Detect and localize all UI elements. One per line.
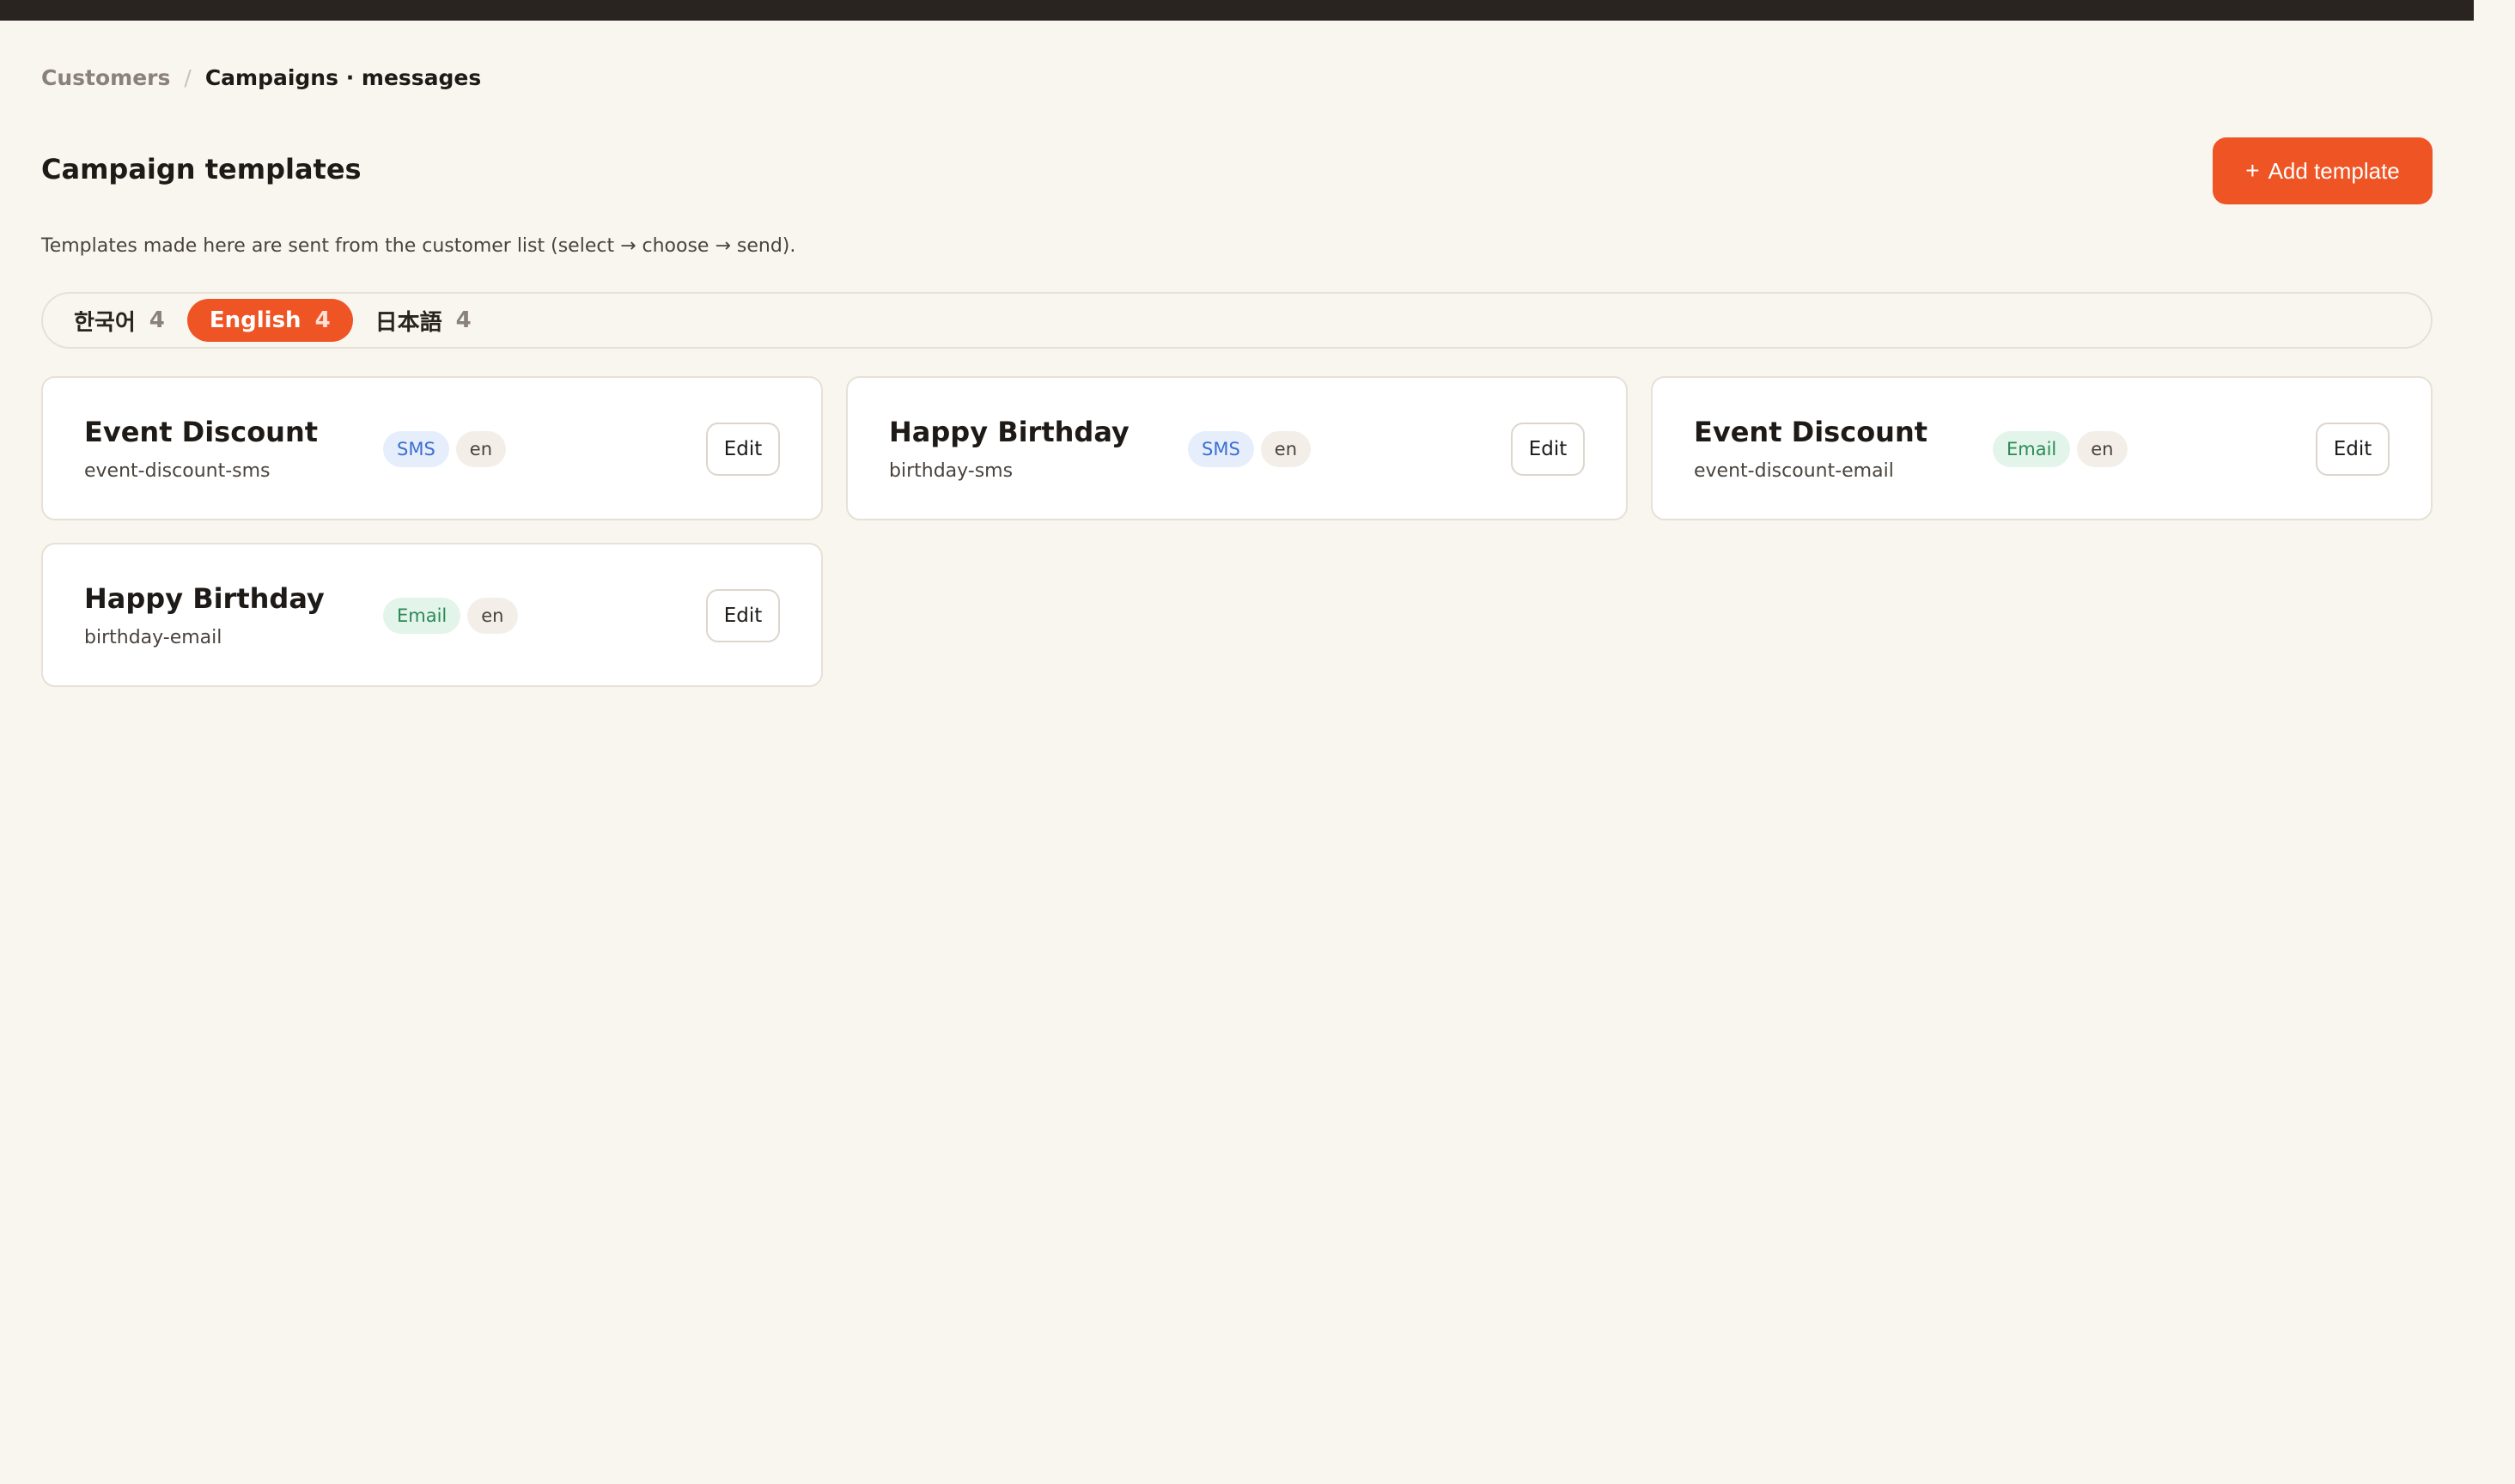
template-grid: Event Discount event-discount-sms SMS en… [41,376,2433,687]
template-card: Event Discount event-discount-email Emai… [1651,376,2433,520]
title-row: Campaign templates + Add template [41,137,2433,206]
tab-count: 4 [455,307,472,333]
template-badges: Email en [383,598,518,634]
template-name: Happy Birthday [84,582,325,615]
language-badge: en [455,431,507,467]
edit-button[interactable]: Edit [706,589,780,642]
tab-label: English [209,307,301,333]
language-badge: en [467,598,518,634]
language-badge: en [1260,431,1312,467]
language-badge: en [2077,431,2128,467]
tab-english[interactable]: English 4 [186,299,353,342]
page-title: Campaign templates [41,153,362,186]
add-template-button[interactable]: + Add template [2213,137,2433,204]
add-template-label: Add template [2268,157,2400,184]
tab-label: 日本語 [375,309,442,336]
template-card: Happy Birthday birthday-email Email en E… [41,543,823,687]
template-name: Happy Birthday [889,416,1130,448]
template-name: Event Discount [84,416,319,448]
edit-button[interactable]: Edit [2316,423,2390,476]
template-badges: SMS en [1188,431,1312,467]
template-slug: event-discount-email [1694,460,1894,482]
breadcrumb-customers-link[interactable]: Customers [41,65,170,90]
edit-button[interactable]: Edit [1511,423,1585,476]
edit-button[interactable]: Edit [706,423,780,476]
tab-count: 4 [149,307,165,333]
channel-badge: SMS [1188,431,1254,467]
channel-badge: Email [383,598,461,634]
channel-badge: SMS [383,431,449,467]
breadcrumb: Customers / Campaigns · messages [41,65,481,90]
template-slug: birthday-sms [889,460,1014,482]
template-badges: Email en [1993,431,2128,467]
language-tabs: 한국어 4 English 4 日本語 4 [41,292,2433,349]
template-card: Event Discount event-discount-sms SMS en… [41,376,823,520]
channel-badge: Email [1993,431,2071,467]
tab-korean[interactable]: 한국어 4 [52,299,187,342]
top-bar [0,0,2474,21]
page-subtitle: Templates made here are sent from the cu… [41,235,796,257]
breadcrumb-current: Campaigns · messages [204,65,482,90]
template-slug: birthday-email [84,627,222,648]
template-badges: SMS en [383,431,507,467]
template-slug: event-discount-sms [84,460,271,482]
tab-label: 한국어 [74,309,136,336]
template-card: Happy Birthday birthday-sms SMS en Edit [846,376,1628,520]
template-name: Event Discount [1694,416,1928,448]
plus-icon: + [2245,157,2260,184]
breadcrumb-separator: / [184,65,192,90]
tab-japanese[interactable]: 日本語 4 [353,299,494,342]
tab-count: 4 [314,307,331,333]
